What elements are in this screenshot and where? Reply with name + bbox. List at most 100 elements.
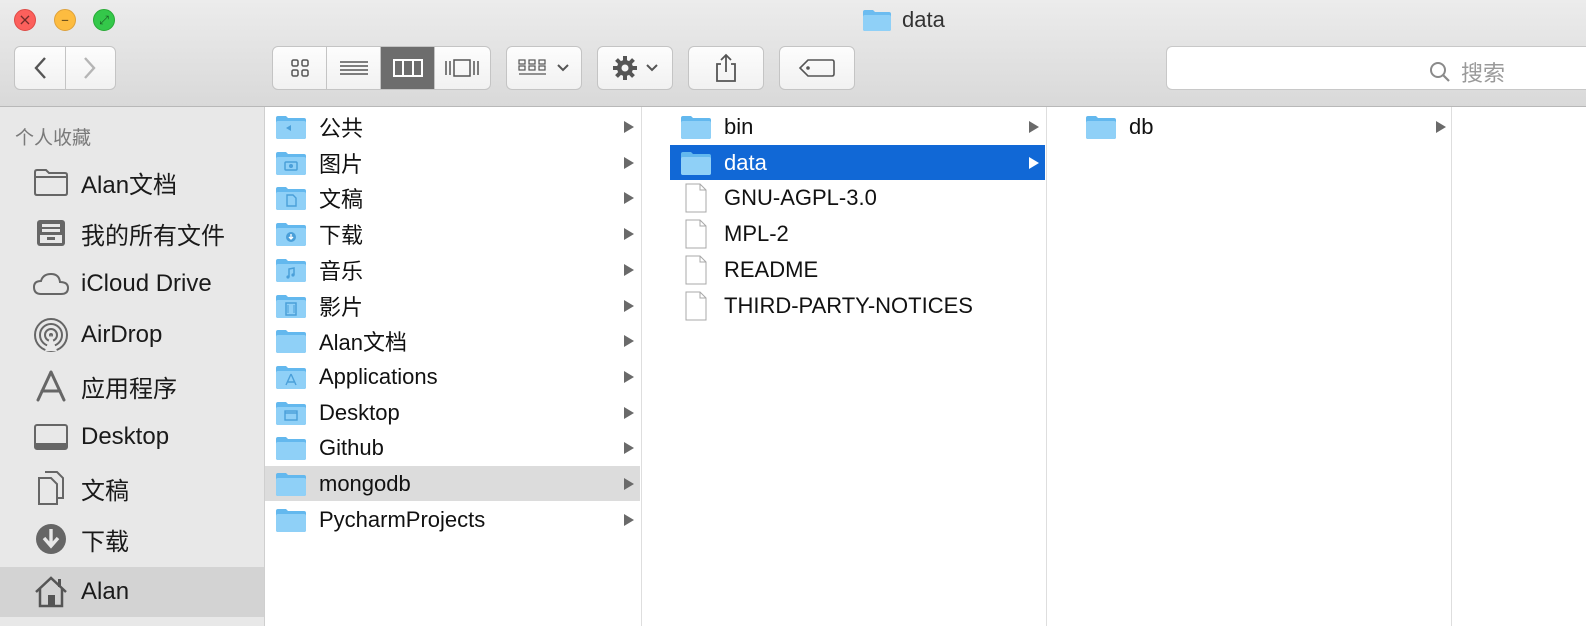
folder-row[interactable]: data xyxy=(670,145,1045,180)
disclosure-arrow-icon xyxy=(623,216,635,251)
sidebar-item-home[interactable]: Alan xyxy=(0,567,264,617)
sidebar-item-icloud-drive[interactable]: iCloud Drive xyxy=(0,259,264,309)
window-toolbar: × – ⤢ data 搜索 xyxy=(0,0,1586,107)
applications-folder-icon xyxy=(275,363,307,391)
download-icon xyxy=(36,524,66,554)
desktop-icon xyxy=(34,424,68,450)
folder-row[interactable]: 公共 xyxy=(265,109,640,144)
folder-icon xyxy=(275,506,307,534)
sidebar-item-label: Alan文档 xyxy=(81,171,178,199)
folder-row[interactable]: Applications xyxy=(265,359,640,394)
applications-icon xyxy=(36,370,66,402)
folder-row[interactable]: PycharmProjects xyxy=(265,502,640,537)
sidebar-item-label: Desktop xyxy=(81,423,170,450)
disclosure-arrow-icon xyxy=(623,466,635,501)
file-row[interactable]: README xyxy=(670,252,1045,287)
sidebar-item-downloads[interactable]: 下载 xyxy=(0,514,264,564)
nav-buttons xyxy=(14,46,116,90)
file-icon xyxy=(680,291,712,320)
item-name: Desktop xyxy=(319,399,400,425)
search-field[interactable]: 搜索 xyxy=(1166,46,1586,90)
folder-row[interactable]: Desktop xyxy=(265,395,640,430)
home-icon xyxy=(35,576,67,608)
movies-folder-icon xyxy=(275,292,307,320)
disclosure-arrow-icon xyxy=(623,323,635,358)
folder-icon xyxy=(680,149,712,177)
close-window-button[interactable]: × xyxy=(14,9,36,31)
sidebar-item-label: 我的所有文件 xyxy=(81,222,225,250)
chevron-down-icon xyxy=(646,64,658,72)
view-mode-control xyxy=(272,46,491,90)
sidebar-item-desktop[interactable]: Desktop xyxy=(0,412,264,462)
back-button[interactable] xyxy=(15,47,66,89)
disclosure-arrow-icon xyxy=(1435,109,1447,144)
item-name: GNU-AGPL-3.0 xyxy=(724,184,877,210)
zoom-window-button[interactable]: ⤢ xyxy=(93,9,115,31)
folder-row[interactable]: 下载 xyxy=(265,216,640,251)
folder-row[interactable]: db xyxy=(1075,109,1450,144)
icon-view-button[interactable] xyxy=(273,47,327,89)
file-icon xyxy=(680,219,712,248)
arrange-button[interactable] xyxy=(506,46,582,90)
folder-row[interactable]: 音乐 xyxy=(265,252,640,287)
forward-button[interactable] xyxy=(66,47,116,89)
folder-icon xyxy=(680,113,712,141)
sidebar-item-airdrop[interactable]: AirDrop xyxy=(0,310,264,360)
folder-row[interactable]: 文稿 xyxy=(265,180,640,215)
disclosure-arrow-icon xyxy=(1028,145,1040,180)
file-row[interactable]: THIRD-PARTY-NOTICES xyxy=(670,288,1045,323)
disclosure-arrow-icon xyxy=(623,288,635,323)
item-name: 音乐 xyxy=(319,258,364,284)
documents-folder-icon xyxy=(275,184,307,212)
disclosure-arrow-icon xyxy=(623,395,635,430)
icon-view-icon xyxy=(290,59,309,77)
tags-button[interactable] xyxy=(779,46,855,90)
folder-icon xyxy=(275,327,307,355)
sidebar-item-label: 文稿 xyxy=(81,477,129,505)
cloud-icon xyxy=(32,272,70,295)
chevron-left-icon xyxy=(34,57,46,79)
list-view-button[interactable] xyxy=(327,47,381,89)
folder-icon xyxy=(275,470,307,498)
disclosure-arrow-icon xyxy=(623,145,635,180)
downloads-folder-icon xyxy=(275,220,307,248)
sidebar-item-documents[interactable]: 文稿 xyxy=(0,463,264,513)
search-placeholder: 搜索 xyxy=(1429,56,1505,88)
folder-row[interactable]: Alan文档 xyxy=(265,323,640,358)
file-row[interactable]: MPL-2 xyxy=(670,216,1045,251)
documents-icon xyxy=(38,471,64,505)
folder-row[interactable]: Github xyxy=(265,430,640,465)
sidebar-item-applications[interactable]: 应用程序 xyxy=(0,361,264,411)
pictures-folder-icon xyxy=(275,149,307,177)
browser-column-home: 公共 图片 文稿下载音乐影片 Alan文档 Applications Desktop Git… xyxy=(265,107,642,626)
cover-flow-button[interactable] xyxy=(435,47,489,89)
sidebar-item-alan-docs[interactable]: Alan文档 xyxy=(0,157,264,207)
sidebar-item-label: iCloud Drive xyxy=(81,270,212,297)
item-name: MPL-2 xyxy=(724,220,789,246)
folder-row[interactable]: 图片 xyxy=(265,145,640,180)
item-name: mongodb xyxy=(319,470,411,496)
public-folder-icon xyxy=(275,113,307,141)
action-button[interactable] xyxy=(597,46,673,90)
item-name: data xyxy=(724,149,767,175)
browser-column-data: db xyxy=(1075,107,1452,626)
share-button[interactable] xyxy=(688,46,764,90)
sidebar-item-label: Alan xyxy=(81,578,130,605)
share-icon xyxy=(716,53,736,82)
zoom-icon: ⤢ xyxy=(99,13,109,27)
folder-row[interactable]: 影片 xyxy=(265,288,640,323)
folder-row[interactable]: bin xyxy=(670,109,1045,144)
column-view-button[interactable] xyxy=(381,47,435,89)
file-row[interactable]: GNU-AGPL-3.0 xyxy=(670,180,1045,215)
minimize-window-button[interactable]: – xyxy=(54,9,76,31)
disclosure-arrow-icon xyxy=(623,359,635,394)
folder-icon xyxy=(1085,113,1117,141)
folder-icon xyxy=(34,169,68,196)
sidebar-item-all-files[interactable]: 我的所有文件 xyxy=(0,208,264,258)
airdrop-icon xyxy=(34,318,68,352)
sidebar-header-favorites: 个人收藏 xyxy=(15,128,92,149)
arrange-grid-icon xyxy=(518,59,546,75)
item-name: 下载 xyxy=(319,222,364,248)
music-folder-icon xyxy=(275,256,307,284)
folder-row[interactable]: mongodb xyxy=(265,466,640,501)
